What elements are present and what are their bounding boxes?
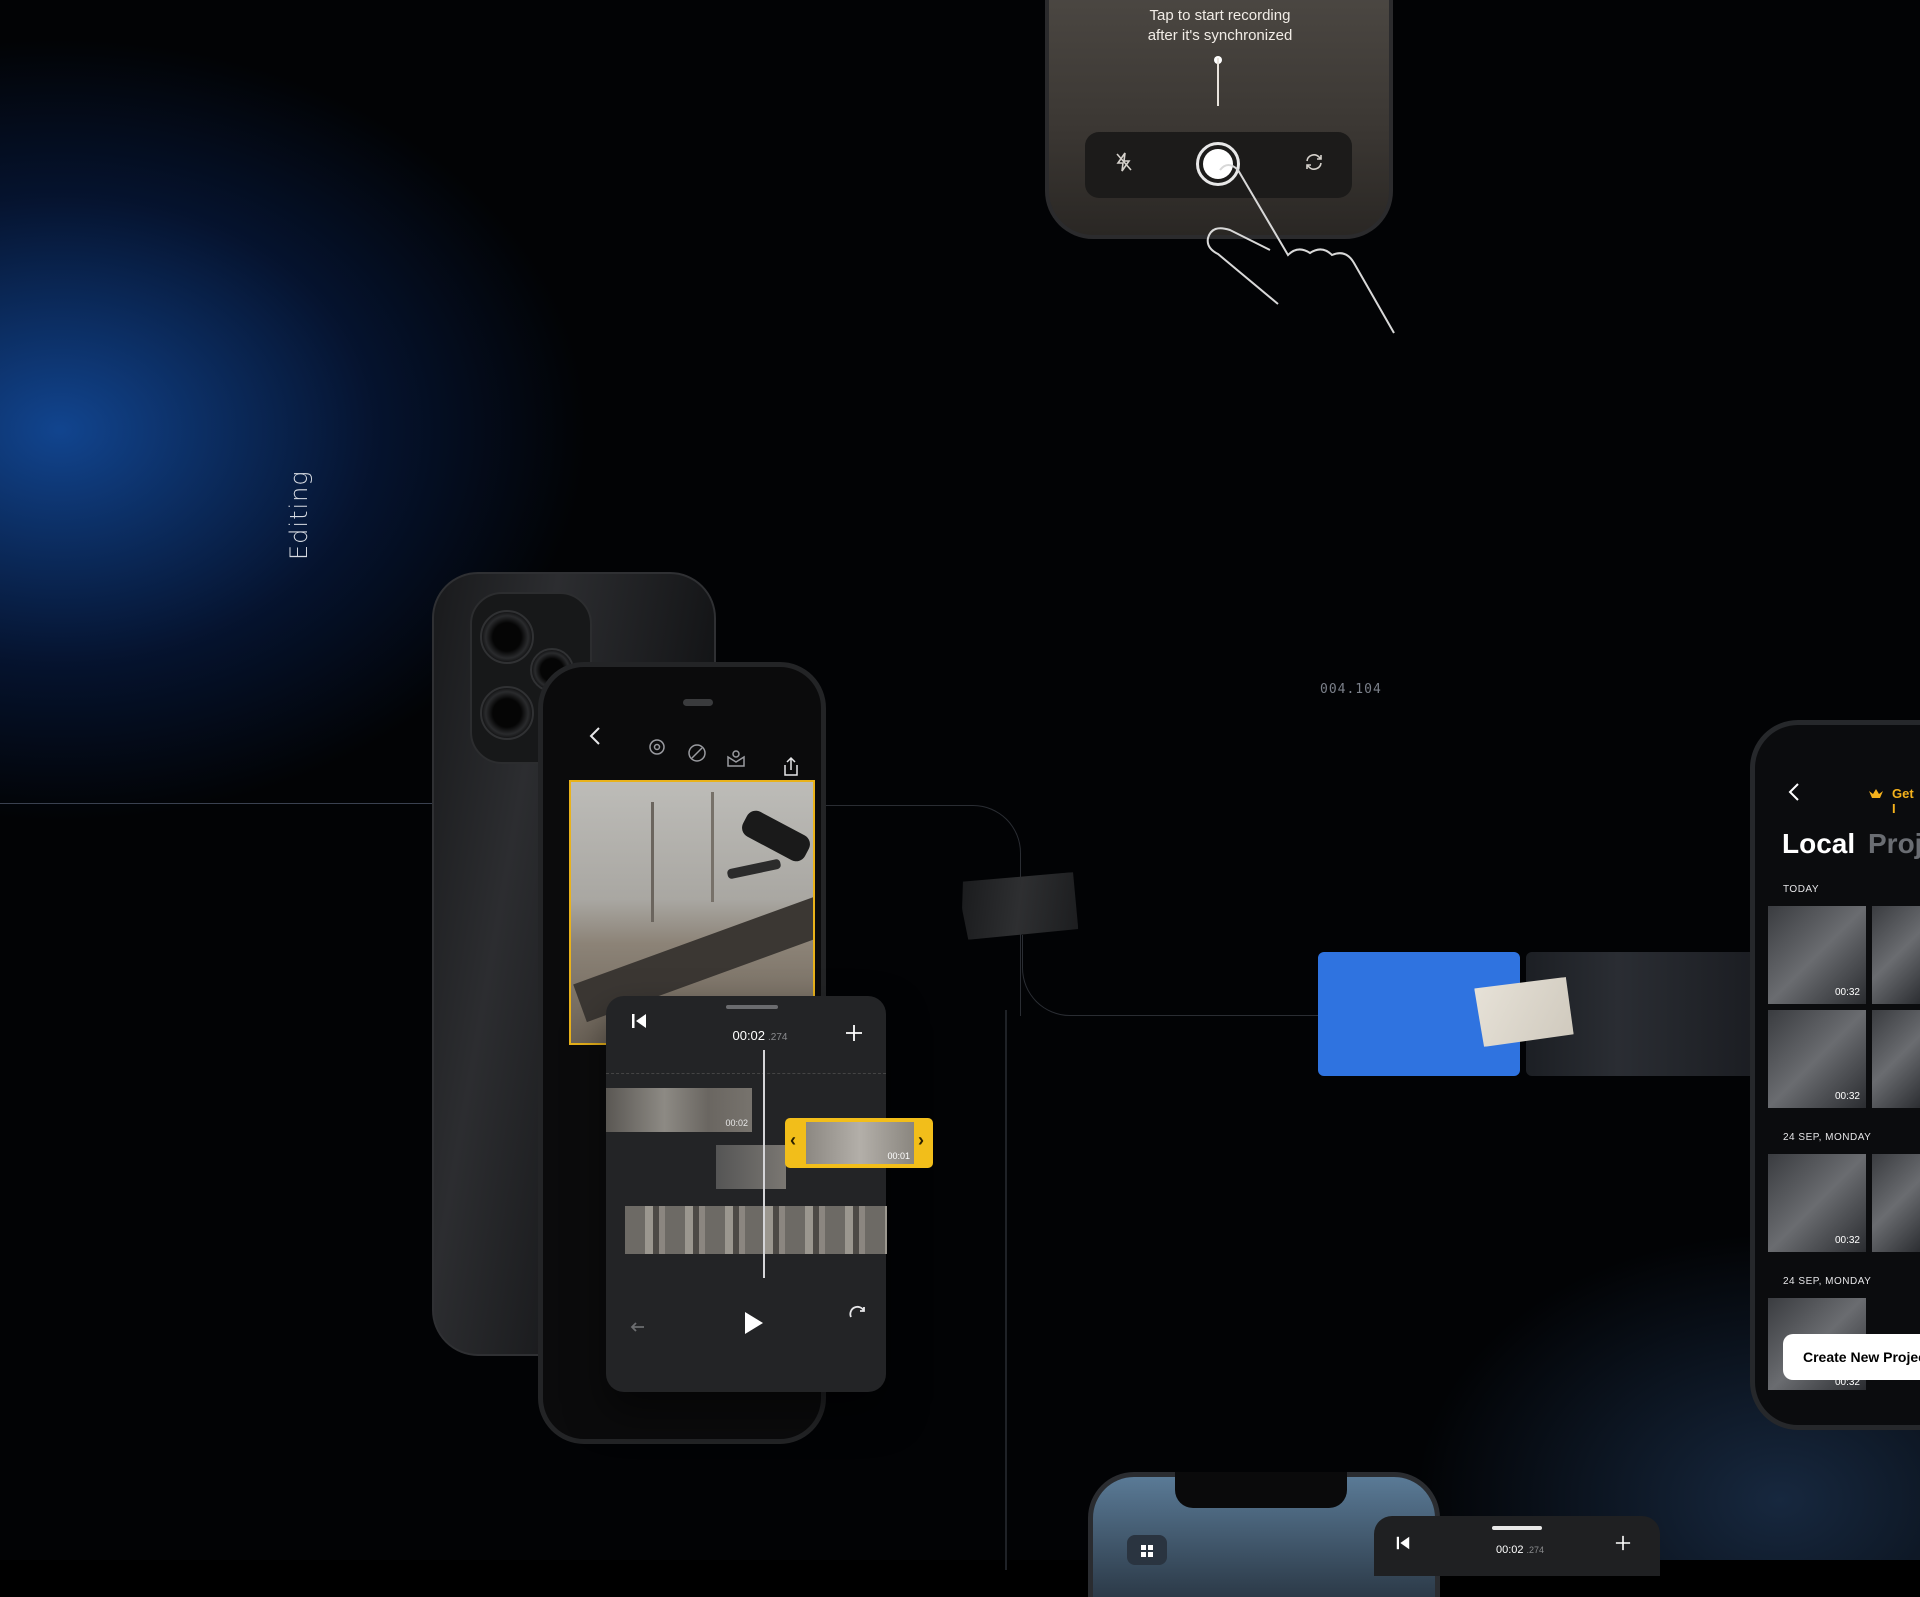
panel-drag-handle[interactable] — [726, 1005, 778, 1009]
timecode-ms: .274 — [768, 1032, 788, 1043]
clip-duration: 00:02 — [725, 1118, 748, 1128]
tree-shape — [651, 802, 654, 922]
thumbnail-duration: 00:32 — [1834, 1235, 1860, 1246]
trim-right-handle-icon[interactable]: › — [918, 1130, 924, 1151]
timeline-guide — [606, 1073, 886, 1074]
add-clip-button[interactable] — [845, 1018, 863, 1049]
camera-lens — [480, 686, 534, 740]
vertical-line — [1005, 1010, 1007, 1570]
hand-pointer-icon — [1206, 164, 1395, 334]
add-clip-button[interactable] — [1615, 1530, 1631, 1558]
filmstrip-track[interactable] — [625, 1206, 887, 1254]
video-thumbnail[interactable]: 00:32 — [1768, 1010, 1866, 1108]
filter-icon[interactable] — [686, 742, 708, 770]
panel-drag-handle[interactable] — [1492, 1526, 1542, 1530]
timeline-clip[interactable] — [716, 1145, 786, 1189]
phone-speaker — [683, 699, 713, 706]
back-icon[interactable] — [1788, 782, 1800, 808]
redo-icon[interactable] — [848, 1304, 868, 1327]
video-thumbnail[interactable] — [1872, 1154, 1920, 1252]
tape-strip — [960, 872, 1078, 940]
timeline-clip[interactable]: 00:02 — [606, 1088, 752, 1132]
grid-icon[interactable] — [1127, 1535, 1167, 1565]
play-button[interactable] — [743, 1310, 765, 1343]
hint-arrow — [1217, 58, 1219, 106]
tab-projects[interactable]: Proj — [1868, 828, 1920, 860]
timecode: 00:02.274 — [1470, 1544, 1570, 1556]
hint-line-1: Tap to start recording — [1149, 7, 1291, 24]
sticker-icon[interactable] — [725, 748, 747, 776]
video-thumbnail[interactable] — [1872, 1010, 1920, 1108]
back-icon[interactable] — [588, 726, 602, 752]
skateboard — [726, 858, 782, 880]
playhead[interactable] — [763, 1050, 765, 1278]
create-new-project-button[interactable]: Create New Projec — [1783, 1334, 1920, 1380]
connector-line-2 — [1022, 935, 1323, 1016]
settings-icon[interactable] — [646, 736, 668, 764]
crown-icon — [1868, 787, 1884, 806]
phone-notch — [1175, 1472, 1347, 1508]
timecode-ms: .274 — [1526, 1545, 1545, 1555]
thumbnail-duration: 00:32 — [1834, 1091, 1860, 1102]
code-label: 004.104 — [1320, 682, 1382, 697]
get-pro-link[interactable]: Get I — [1892, 786, 1920, 816]
selected-clip-thumbnail: 00:01 — [806, 1122, 914, 1164]
section-label: Editing — [285, 470, 313, 560]
skip-back-icon[interactable] — [630, 1012, 648, 1036]
tab-local[interactable]: Local — [1782, 828, 1855, 860]
video-thumbnail[interactable]: 00:32 — [1768, 1154, 1866, 1252]
camera-lens — [480, 610, 534, 664]
flash-off-icon[interactable] — [1112, 150, 1136, 180]
background — [0, 0, 1920, 1560]
section-title: 24 SEP, MONDAY — [1783, 1132, 1872, 1143]
timecode: 00:02.274 — [700, 1028, 820, 1043]
section-title: 24 SEP, MONDAY — [1783, 1276, 1872, 1287]
video-thumbnail[interactable]: 00:32 — [1768, 906, 1866, 1004]
skip-back-icon[interactable] — [1395, 1535, 1411, 1556]
video-thumbnail[interactable] — [1872, 906, 1920, 1004]
tree-shape — [711, 792, 714, 902]
timecode-main: 00:02 — [1495, 1544, 1524, 1556]
trim-left-handle-icon[interactable]: ‹ — [790, 1130, 796, 1151]
timecode-main: 00:02 — [732, 1028, 766, 1043]
undo-icon[interactable] — [630, 1318, 650, 1341]
clip-duration: 00:01 — [887, 1151, 910, 1161]
thumbnail-duration: 00:32 — [1834, 987, 1860, 998]
divider-line — [0, 803, 440, 804]
skater-leg — [738, 807, 813, 865]
section-title: TODAY — [1783, 884, 1820, 895]
recording-hint: Tap to start recording after it's synchr… — [1110, 6, 1330, 46]
hint-line-2: after it's synchronized — [1147, 27, 1293, 44]
